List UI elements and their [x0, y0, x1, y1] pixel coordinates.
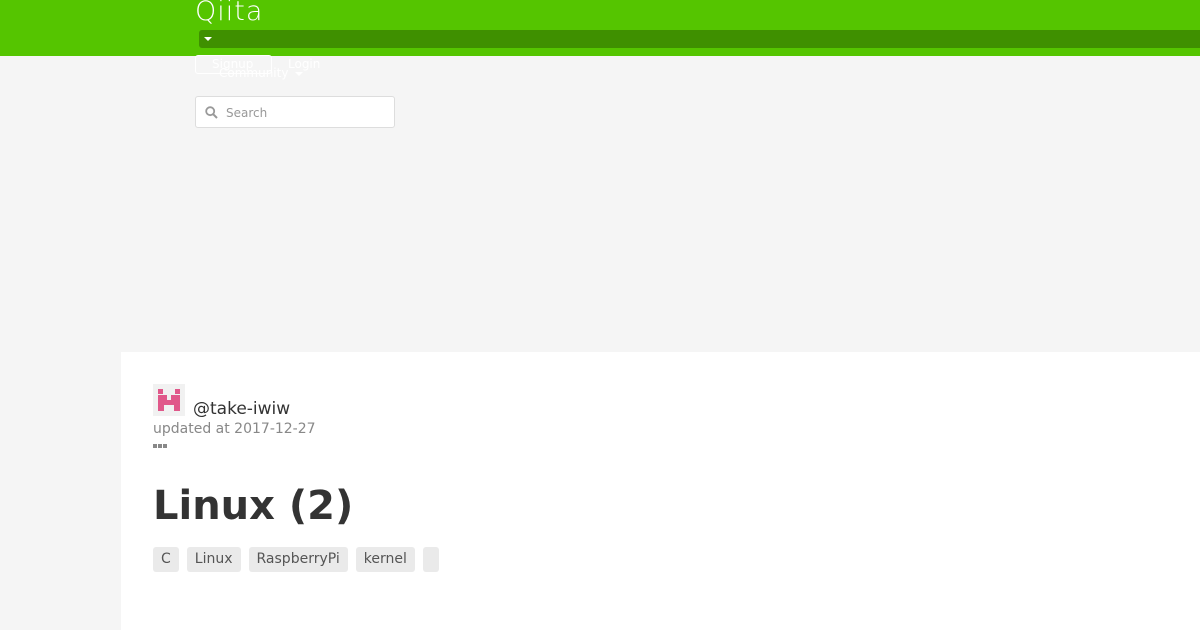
tag-linux[interactable]: Linux: [186, 547, 241, 572]
tag-empty[interactable]: [422, 547, 439, 572]
community-menu[interactable]: Community: [219, 66, 288, 80]
more-dots-icon[interactable]: [153, 444, 168, 449]
tag-c[interactable]: C: [153, 547, 179, 572]
identicon-image: [153, 384, 185, 416]
qiita-logo[interactable]: Qiita: [195, 0, 263, 27]
navigation-menu-bar: [199, 30, 1200, 48]
top-navigation-bar: Qiita: [0, 0, 1200, 56]
search-input[interactable]: [226, 103, 386, 123]
search-box: [195, 96, 395, 128]
search-icon[interactable]: [205, 106, 218, 119]
updated-date: updated at 2017-12-27: [153, 421, 316, 437]
chevron-down-icon[interactable]: [204, 37, 212, 41]
tag-list: C Linux RaspberryPi kernel: [153, 547, 439, 572]
article-title: Linux (2): [153, 483, 354, 529]
author-username[interactable]: @take-iwiw: [193, 399, 290, 419]
article-container: @take-iwiw updated at 2017-12-27 Linux (…: [121, 352, 1200, 630]
login-link[interactable]: Login: [288, 57, 320, 71]
chevron-down-icon[interactable]: [295, 72, 303, 76]
tag-raspberrypi[interactable]: RaspberryPi: [248, 547, 348, 572]
tag-kernel[interactable]: kernel: [355, 547, 415, 572]
avatar[interactable]: [153, 384, 185, 416]
